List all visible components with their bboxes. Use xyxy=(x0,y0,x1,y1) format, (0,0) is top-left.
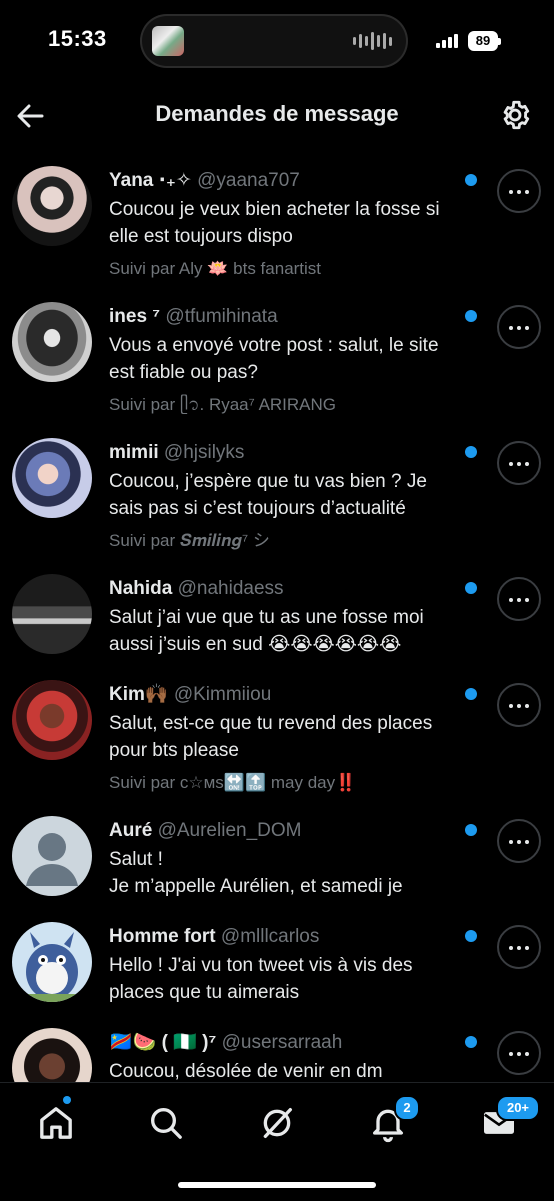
sender-handle: @hjsilyks xyxy=(163,442,245,463)
list-item[interactable]: 🇨🇩🍉 ( 🇳🇬 )⁷ @usersarraah Coucou, désolée… xyxy=(0,1012,554,1082)
more-options-button[interactable] xyxy=(497,819,541,863)
message-preview: Coucou, j’espère que tu vas bien ? Je sa… xyxy=(109,471,427,519)
unread-indicator xyxy=(465,174,477,186)
message-preview: Salut ! Je m’appelle Aurélien, et samedi… xyxy=(109,849,403,897)
more-options-button[interactable] xyxy=(497,1031,541,1075)
list-item[interactable]: Auré @Aurelien_DOM Salut ! Je m’appelle … xyxy=(0,800,554,906)
battery-icon: 89 xyxy=(468,31,501,51)
list-item[interactable]: ines ⁷ @tfumihinata Vous a envoyé votre … xyxy=(0,286,554,422)
sender-name: Kim🙌🏾 xyxy=(109,684,169,705)
unread-indicator xyxy=(465,1036,477,1048)
more-options-button[interactable] xyxy=(497,683,541,727)
grok-icon[interactable] xyxy=(257,1103,297,1143)
unread-indicator xyxy=(465,582,477,594)
followed-by: Suivi par c☆ᴍs🔛🔝 may day‼️ xyxy=(109,773,357,792)
avatar[interactable] xyxy=(12,302,92,382)
status-time: 15:33 xyxy=(48,26,107,51)
home-icon[interactable] xyxy=(36,1103,76,1143)
sender-name: ines ⁷ xyxy=(109,306,161,327)
now-playing-thumbnail xyxy=(152,26,184,56)
message-request-list: Yana ⋅₊✧ @yaana707 Coucou je veux bien a… xyxy=(0,150,554,1082)
notifications-badge: 2 xyxy=(394,1095,420,1121)
sender-handle: @Aurelien_DOM xyxy=(157,820,302,841)
sender-handle: @tfumihinata xyxy=(165,306,278,327)
avatar[interactable] xyxy=(12,1028,92,1082)
list-item[interactable]: Homme fort @mlllcarlos Hello ! J'ai vu t… xyxy=(0,906,554,1012)
followed-by: Suivi par 𝑺𝒎𝒊𝒍𝒊𝒏𝒈⁷ シ xyxy=(109,531,270,550)
signal-icon xyxy=(436,34,458,48)
home-unread-dot xyxy=(63,1096,71,1104)
more-options-button[interactable] xyxy=(497,305,541,349)
sender-handle: @Kimmiiou xyxy=(173,684,272,705)
message-preview: Salut j’ai vue que tu as une fosse moi a… xyxy=(109,607,424,655)
avatar[interactable] xyxy=(12,574,92,654)
sender-handle: @nahidaess xyxy=(177,578,284,599)
audio-wave-icon xyxy=(353,32,392,50)
more-options-button[interactable] xyxy=(497,925,541,969)
status-bar: 15:33 89 xyxy=(0,0,554,84)
list-item[interactable]: mimii @hjsilyks Coucou, j’espère que tu … xyxy=(0,422,554,558)
more-options-button[interactable] xyxy=(497,577,541,621)
avatar[interactable] xyxy=(12,438,92,518)
sender-name: Nahida xyxy=(109,578,173,599)
dynamic-island[interactable] xyxy=(140,14,408,68)
message-preview: Vous a envoyé votre post : salut, le sit… xyxy=(109,335,439,383)
list-item[interactable]: Yana ⋅₊✧ @yaana707 Coucou je veux bien a… xyxy=(0,150,554,286)
list-item[interactable]: Nahida @nahidaess Salut j’ai vue que tu … xyxy=(0,558,554,664)
list-item[interactable]: Kim🙌🏾 @Kimmiiou Salut, est-ce que tu rev… xyxy=(0,664,554,800)
avatar[interactable] xyxy=(12,166,92,246)
sender-handle: @yaana707 xyxy=(197,170,300,191)
sender-name: Yana ⋅₊✧ xyxy=(109,170,192,191)
messages-badge: 20+ xyxy=(496,1095,540,1121)
followed-by: Suivi par Aly 🪷 bts fanartist xyxy=(109,259,322,278)
more-options-button[interactable] xyxy=(497,169,541,213)
avatar[interactable] xyxy=(12,922,92,1002)
message-preview: Coucou je veux bien acheter la fosse si … xyxy=(109,199,440,247)
message-preview: Salut, est-ce que tu revend des places p… xyxy=(109,713,433,761)
message-preview: Coucou, désolée de venir en dm xyxy=(109,1061,383,1082)
unread-indicator xyxy=(465,824,477,836)
message-preview: Hello ! J'ai vu ton tweet vis à vis des … xyxy=(109,955,413,1003)
sender-handle: @usersarraah xyxy=(221,1032,343,1053)
sender-handle: @mlllcarlos xyxy=(220,926,320,947)
page-title: Demandes de message xyxy=(155,101,399,126)
unread-indicator xyxy=(465,930,477,942)
unread-indicator xyxy=(465,310,477,322)
gear-icon[interactable] xyxy=(498,98,532,132)
more-options-button[interactable] xyxy=(497,441,541,485)
unread-indicator xyxy=(465,688,477,700)
sender-name: 🇨🇩🍉 ( 🇳🇬 )⁷ xyxy=(109,1032,217,1053)
avatar[interactable] xyxy=(12,680,92,760)
search-icon[interactable] xyxy=(146,1103,186,1143)
sender-name: Homme fort xyxy=(109,926,216,947)
default-avatar-icon[interactable] xyxy=(12,816,92,896)
sender-name: mimii xyxy=(109,442,159,463)
home-indicator[interactable] xyxy=(178,1182,376,1188)
followed-by: Suivi par ᥫ᭡. Ryaa⁷ ARIRANG xyxy=(109,395,337,414)
top-bar: Demandes de message xyxy=(0,84,554,148)
sender-name: Auré xyxy=(109,820,153,841)
unread-indicator xyxy=(465,446,477,458)
